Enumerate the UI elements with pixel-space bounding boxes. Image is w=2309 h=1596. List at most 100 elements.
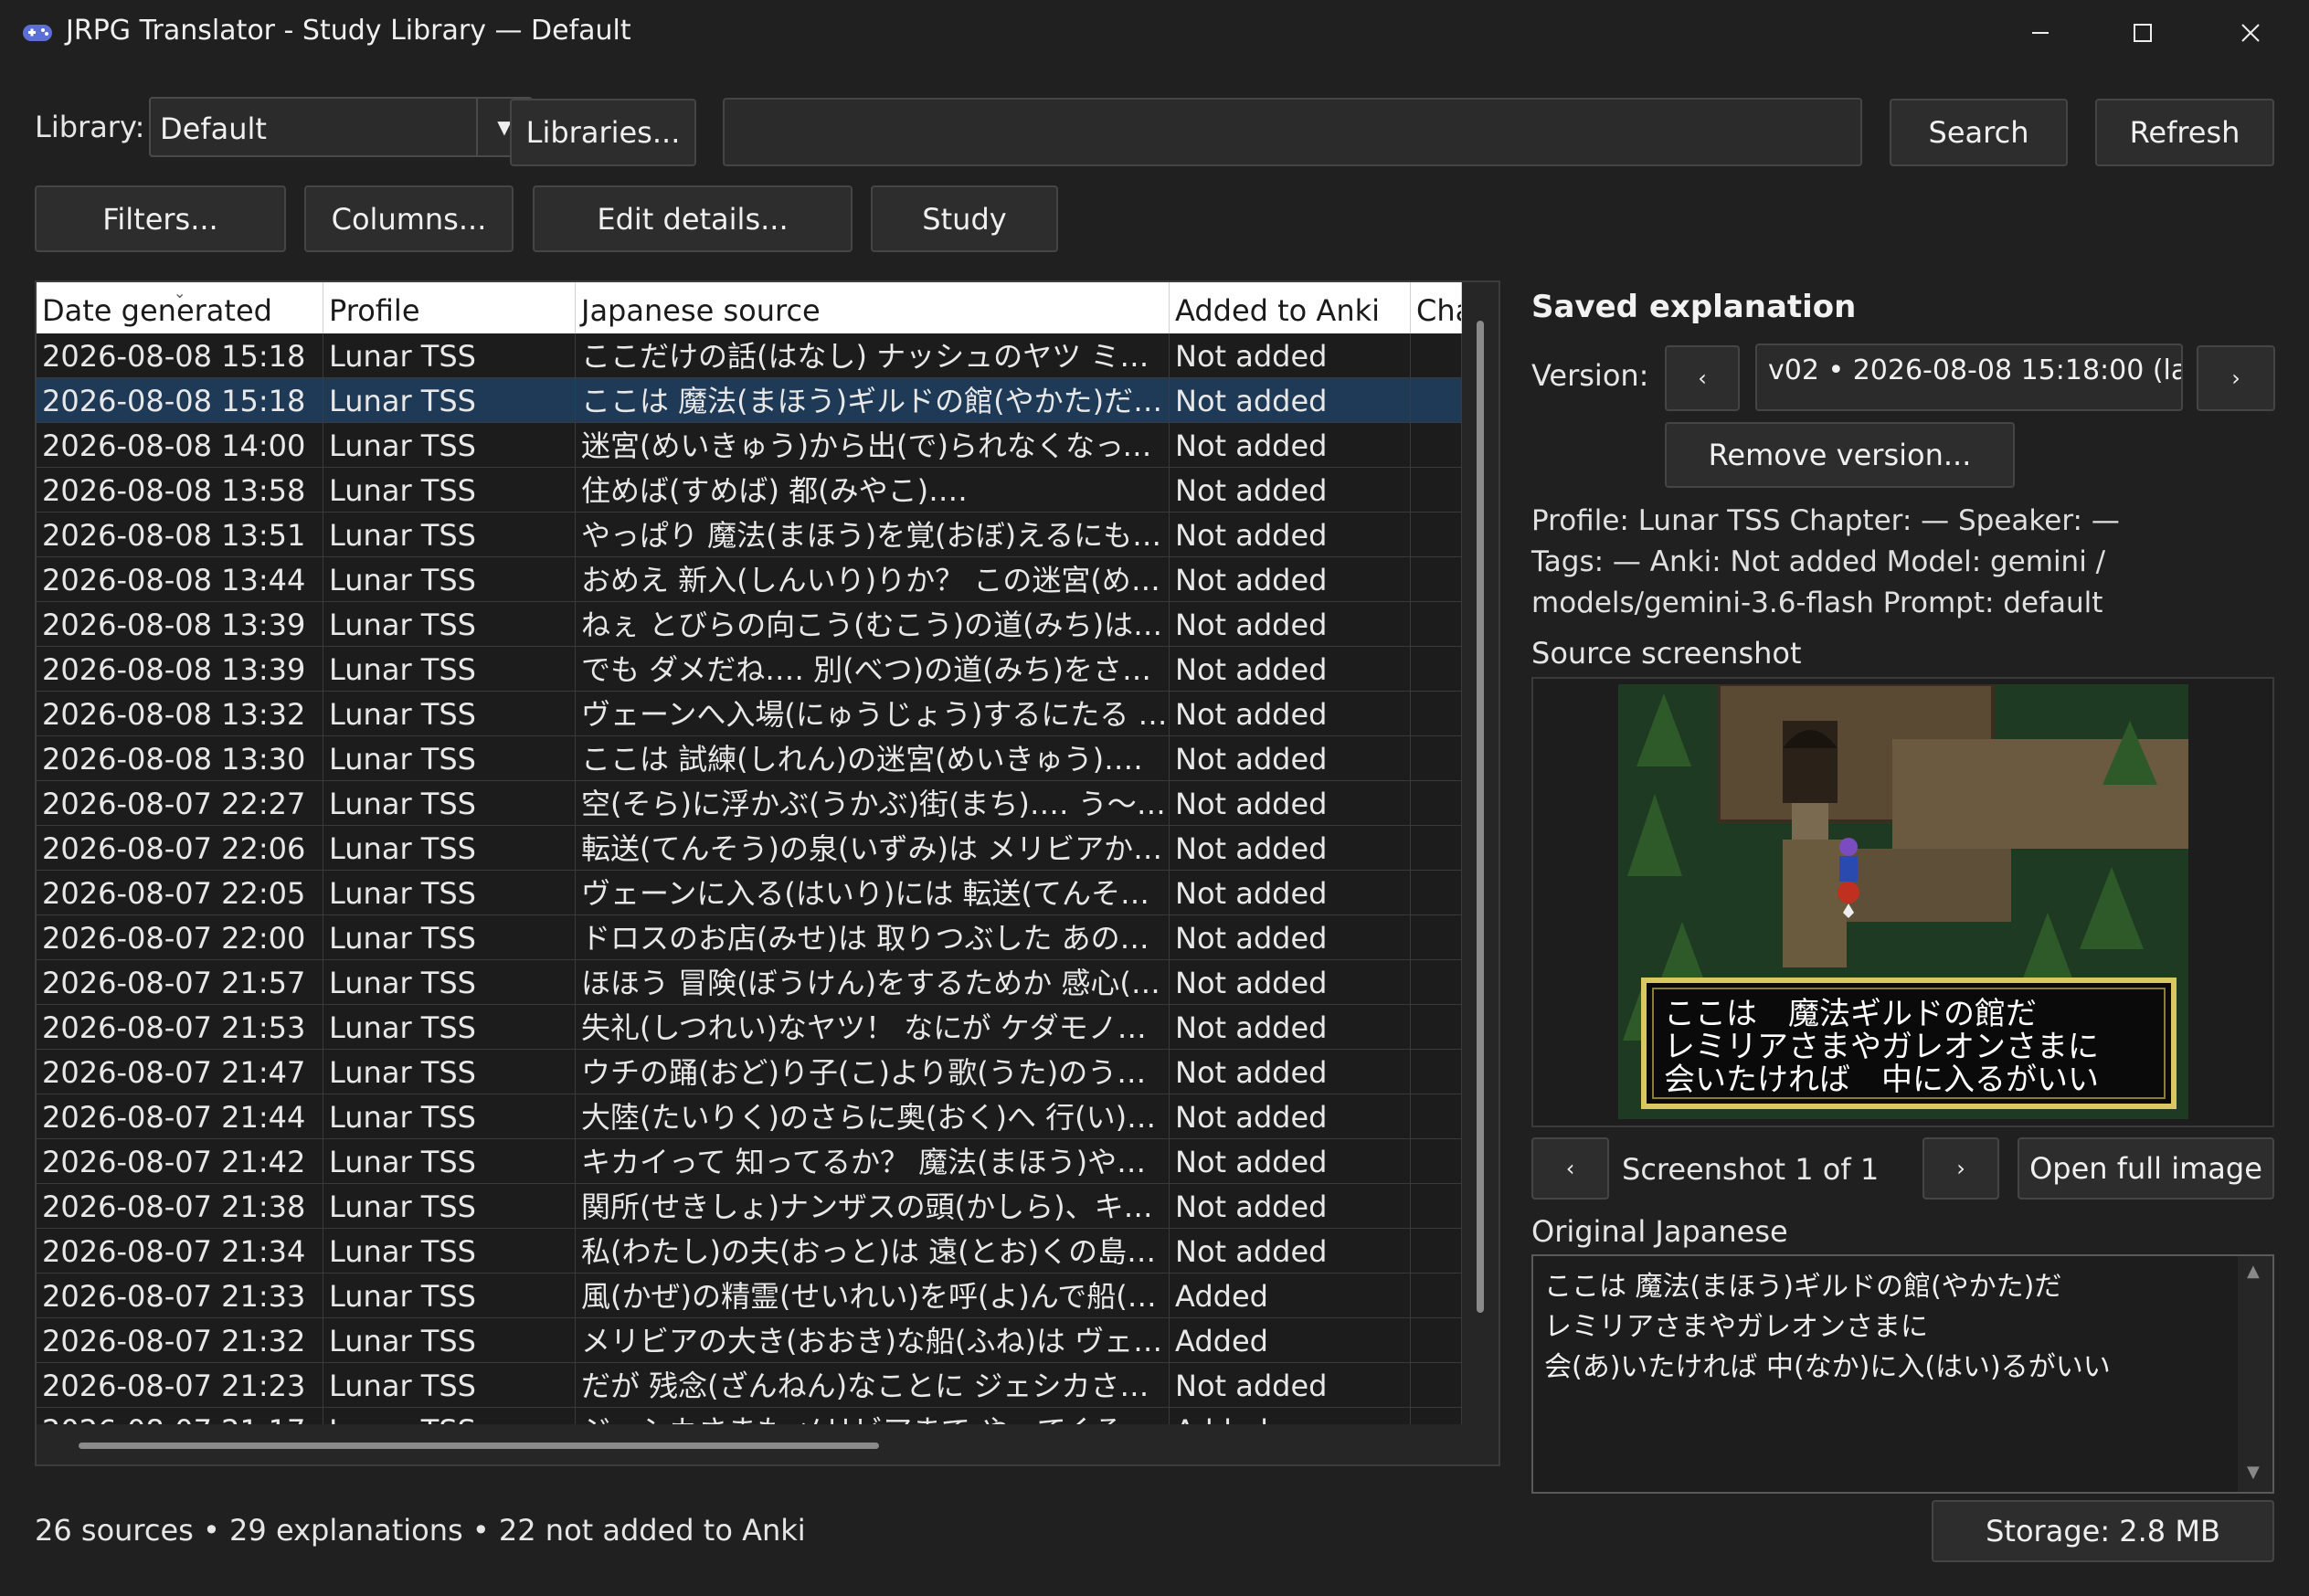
- table-row[interactable]: 2026-08-07 22:05 Lunar TSS ヴェーンに入る(はいり)には …: [37, 871, 1462, 915]
- horizontal-scrollbar-thumb[interactable]: [79, 1443, 879, 1449]
- next-screenshot-button[interactable]: ›: [1922, 1137, 1999, 1200]
- column-header-added-to-anki[interactable]: Added to Anki: [1170, 282, 1411, 333]
- table-row[interactable]: 2026-08-07 21:23 Lunar TSS だが 残念(ざんねん)なことに…: [37, 1363, 1462, 1408]
- cell-chapter: [1411, 1363, 1462, 1408]
- cell-chapter: [1411, 1094, 1462, 1139]
- table-row[interactable]: 2026-08-08 13:44 Lunar TSS おめえ 新入(しんいり)りか？…: [37, 557, 1462, 602]
- table-row[interactable]: 2026-08-07 21:34 Lunar TSS 私(わたし)の夫(おっと)は …: [37, 1229, 1462, 1274]
- cell-profile: Lunar TSS: [323, 960, 576, 1005]
- table-row[interactable]: 2026-08-07 22:06 Lunar TSS 転送(てんそう)の泉(いずみ)…: [37, 826, 1462, 871]
- cell-chapter: [1411, 1184, 1462, 1229]
- textarea-scrollbar[interactable]: ▲ ▼: [2238, 1256, 2272, 1492]
- minimize-button[interactable]: [1999, 9, 2081, 57]
- cell-chapter: [1411, 378, 1462, 423]
- cell-chapter: [1411, 468, 1462, 513]
- table-row[interactable]: 2026-08-08 15:18 Lunar TSS ここは 魔法(まほう)ギルドの…: [37, 378, 1462, 423]
- chevron-left-icon: ‹: [1698, 365, 1707, 391]
- table-row[interactable]: 2026-08-07 21:53 Lunar TSS 失礼(しつれい)なヤツ！ なに…: [37, 1005, 1462, 1050]
- next-version-button[interactable]: ›: [2197, 345, 2275, 411]
- cell-date: 2026-08-07 21:53: [37, 1005, 323, 1050]
- columns-button[interactable]: Columns...: [304, 185, 514, 252]
- maximize-button[interactable]: [2102, 9, 2184, 57]
- previous-version-button[interactable]: ‹: [1665, 345, 1740, 411]
- cell-profile: Lunar TSS: [323, 1318, 576, 1363]
- cell-anki-status: Added: [1170, 1318, 1411, 1363]
- gamepad-icon: [23, 25, 52, 41]
- study-button[interactable]: Study: [871, 185, 1058, 252]
- table-row[interactable]: 2026-08-08 13:39 Lunar TSS ねぇ とびらの向こう(むこう)…: [37, 602, 1462, 647]
- table-row[interactable]: 2026-08-07 21:33 Lunar TSS 風(かぜ)の精霊(せいれい)を…: [37, 1274, 1462, 1318]
- vertical-scrollbar[interactable]: [1462, 282, 1499, 1464]
- metadata-line-profile: Profile: Lunar TSS Chapter: — Speaker: —: [1531, 504, 2120, 537]
- cell-date: 2026-08-07 22:00: [37, 915, 323, 960]
- table-row[interactable]: 2026-08-07 21:32 Lunar TSS メリビアの大き(おおき)な船(…: [37, 1318, 1462, 1363]
- cell-date: 2026-08-07 21:57: [37, 960, 323, 1005]
- cell-profile: Lunar TSS: [323, 915, 576, 960]
- original-japanese-textarea[interactable]: ここは 魔法(まほう)ギルドの館(やかた)だ レミリアさまやガレオンさまに 会(…: [1531, 1254, 2274, 1494]
- table-row[interactable]: 2026-08-08 14:00 Lunar TSS 迷宮(めいきゅう)から出(で)…: [37, 423, 1462, 468]
- cell-profile: Lunar TSS: [323, 423, 576, 468]
- cell-date: 2026-08-07 22:27: [37, 781, 323, 826]
- libraries-button[interactable]: Libraries...: [510, 99, 696, 166]
- library-select[interactable]: Default ▼: [149, 97, 533, 157]
- cell-profile: Lunar TSS: [323, 1229, 576, 1274]
- table-row[interactable]: 2026-08-07 21:44 Lunar TSS 大陸(たいりく)のさらに奥(お…: [37, 1094, 1462, 1139]
- column-header-chapter[interactable]: Cha: [1411, 282, 1462, 333]
- search-input[interactable]: [723, 98, 1862, 166]
- table-row[interactable]: 2026-08-08 15:18 Lunar TSS ここだけの話(はなし) ナッシ…: [37, 333, 1462, 378]
- chevron-left-icon: ‹: [1565, 1156, 1575, 1181]
- scroll-down-icon[interactable]: ▼: [2247, 1463, 2260, 1482]
- remove-version-button[interactable]: Remove version...: [1665, 422, 2015, 488]
- table-row[interactable]: 2026-08-08 13:51 Lunar TSS やっぱり 魔法(まほう)を覚(…: [37, 513, 1462, 557]
- filters-button[interactable]: Filters...: [35, 185, 286, 252]
- vertical-scrollbar-thumb[interactable]: [1477, 321, 1484, 1313]
- storage-button[interactable]: Storage: 2.8 MB: [1932, 1500, 2274, 1562]
- cell-japanese-source: ここだけの話(はなし) ナッシュのヤツ ミアさまに恋(…: [576, 333, 1170, 378]
- table-row[interactable]: 2026-08-07 21:47 Lunar TSS ウチの踊(おど)り子(こ)より…: [37, 1050, 1462, 1094]
- previous-screenshot-button[interactable]: ‹: [1531, 1137, 1609, 1200]
- table-row[interactable]: 2026-08-08 13:30 Lunar TSS ここは 試練(しれん)の迷宮(…: [37, 736, 1462, 781]
- table-row[interactable]: 2026-08-07 21:38 Lunar TSS 関所(せきしょ)ナンザスの頭(…: [37, 1184, 1462, 1229]
- table-row[interactable]: 2026-08-08 13:32 Lunar TSS ヴェーンへ入場(にゅうじょう)…: [37, 692, 1462, 736]
- cell-japanese-source: キカイって 知ってるか？ 魔法(まほう)や精霊(せ…: [576, 1139, 1170, 1184]
- library-label: Library:: [35, 110, 145, 144]
- column-header-japanese-source[interactable]: Japanese source: [576, 282, 1170, 333]
- horizontal-scrollbar[interactable]: [37, 1424, 1462, 1464]
- cell-anki-status: Not added: [1170, 647, 1411, 692]
- source-screenshot-frame: ここは 魔法ギルドの館だ レミリアさまやガレオンさまに 会いたければ 中に入るが…: [1531, 677, 2274, 1127]
- cell-japanese-source: 失礼(しつれい)なヤツ！ なにが ケダモノだよ プン…: [576, 1005, 1170, 1050]
- cell-profile: Lunar TSS: [323, 333, 576, 378]
- table-row[interactable]: 2026-08-07 21:42 Lunar TSS キカイって 知ってるか？ 魔法…: [37, 1139, 1462, 1184]
- version-field[interactable]: v02 • 2026-08-08 15:18:00 (la: [1755, 344, 2183, 411]
- column-header-profile[interactable]: Profile: [323, 282, 576, 333]
- table-row[interactable]: 2026-08-08 13:39 Lunar TSS でも ダメだね‥‥ 別(べつ)…: [37, 647, 1462, 692]
- cell-profile: Lunar TSS: [323, 1050, 576, 1094]
- table-row[interactable]: 2026-08-07 22:00 Lunar TSS ドロスのお店(みせ)は 取りつ…: [37, 915, 1462, 960]
- cell-japanese-source: 転送(てんそう)の泉(いずみ)は メリビアから 街道(…: [576, 826, 1170, 871]
- close-button[interactable]: [2209, 9, 2292, 57]
- table-row[interactable]: 2026-08-07 22:27 Lunar TSS 空(そら)に浮かぶ(うかぶ)街…: [37, 781, 1462, 826]
- cell-date: 2026-08-07 22:06: [37, 826, 323, 871]
- open-full-image-button[interactable]: Open full image: [2018, 1137, 2274, 1200]
- cell-anki-status: Not added: [1170, 736, 1411, 781]
- cell-japanese-source: 住めば(すめば) 都(みやこ)‥‥: [576, 468, 1170, 513]
- table-row[interactable]: 2026-08-08 13:58 Lunar TSS 住めば(すめば) 都(みやこ)…: [37, 468, 1462, 513]
- scroll-up-icon[interactable]: ▲: [2247, 1262, 2260, 1281]
- cell-japanese-source: ここは 試練(しれん)の迷宮(めいきゅう)‥‥: [576, 736, 1170, 781]
- table-row[interactable]: 2026-08-07 21:57 Lunar TSS ほほう 冒険(ぼうけん)をする…: [37, 960, 1462, 1005]
- edit-details-button[interactable]: Edit details...: [533, 185, 853, 252]
- search-button[interactable]: Search: [1890, 99, 2068, 166]
- cell-profile: Lunar TSS: [323, 826, 576, 871]
- cell-japanese-source: やっぱり 魔法(まほう)を覚(おぼ)えるにも 努力(ど…: [576, 513, 1170, 557]
- cell-anki-status: Not added: [1170, 602, 1411, 647]
- cell-profile: Lunar TSS: [323, 602, 576, 647]
- table-header: Date generated Profile Japanese source A…: [37, 282, 1462, 333]
- cell-date: 2026-08-08 13:44: [37, 557, 323, 602]
- game-screenshot[interactable]: ここは 魔法ギルドの館だ レミリアさまやガレオンさまに 会いたければ 中に入るが…: [1618, 684, 2188, 1119]
- cell-anki-status: Not added: [1170, 423, 1411, 468]
- refresh-button[interactable]: Refresh: [2095, 99, 2274, 166]
- cell-chapter: [1411, 602, 1462, 647]
- cell-chapter: [1411, 960, 1462, 1005]
- cell-anki-status: Not added: [1170, 513, 1411, 557]
- cell-date: 2026-08-07 21:44: [37, 1094, 323, 1139]
